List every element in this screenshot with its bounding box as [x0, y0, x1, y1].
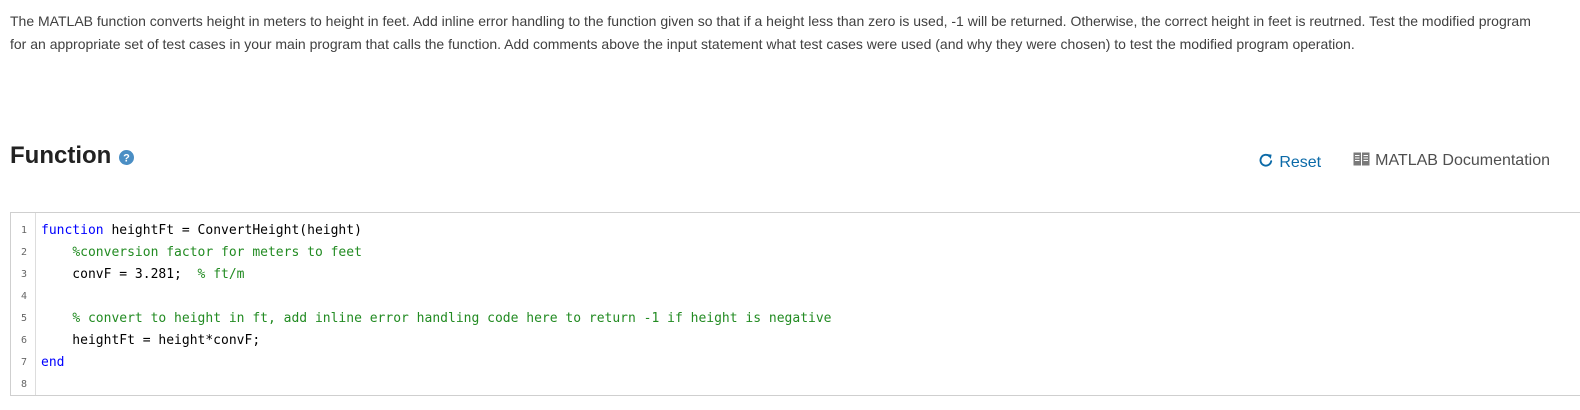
line-number: 6 [20, 334, 27, 346]
code-line[interactable]: 1 function heightFt = ConvertHeight(heigh… [11, 219, 1580, 241]
code-line[interactable]: 6 heightFt = height*convF; [11, 329, 1580, 351]
refresh-icon [1258, 152, 1279, 173]
line-code: %conversion factor for meters to feet [41, 245, 362, 260]
question-circle-icon[interactable]: ? [119, 149, 135, 165]
editor-actions: Reset MATLAB Documentation [1258, 150, 1550, 173]
line-number: 3 [20, 268, 27, 280]
line-number: 7 [20, 356, 27, 368]
docs-label: MATLAB Documentation [1375, 152, 1550, 169]
problem-description: The MATLAB function converts height in m… [10, 13, 1531, 52]
line-number: 5 [20, 312, 27, 324]
line-number: 8 [20, 378, 27, 390]
line-number: 2 [20, 246, 27, 258]
code-line[interactable]: 7 end [11, 351, 1580, 373]
reset-label: Reset [1279, 153, 1322, 171]
code-line[interactable]: 2 %conversion factor for meters to feet [11, 241, 1580, 263]
book-icon [1353, 152, 1375, 171]
line-code: end [41, 355, 64, 370]
code-comment: %conversion factor for meters to feet [72, 244, 362, 260]
line-code: heightFt = height*convF; [41, 333, 260, 348]
section-header: Function ? [10, 142, 135, 170]
section-title: Function [10, 142, 112, 169]
code-line[interactable]: 5 % convert to height in ft, add inline … [11, 307, 1580, 329]
code-line[interactable]: 8 [11, 373, 1580, 395]
line-number: 4 [20, 290, 27, 302]
code-keyword: end [41, 354, 65, 370]
code-line[interactable]: 4 [11, 285, 1580, 307]
line-number: 1 [20, 224, 27, 236]
line-code: convF = 3.281; % ft/m [41, 266, 245, 282]
code-editor[interactable]: 1 function heightFt = ConvertHeight(heigh… [10, 212, 1580, 396]
code-line[interactable]: 3 convF = 3.281; % ft/m [11, 263, 1580, 285]
matlab-documentation-link[interactable]: MATLAB Documentation [1353, 152, 1550, 171]
reset-button[interactable]: Reset [1258, 152, 1321, 173]
code-comment: % ft/m [197, 266, 245, 282]
code-text: convF = 3.281; [41, 266, 198, 282]
svg-text:?: ? [123, 152, 130, 164]
code-keyword: function [41, 222, 104, 238]
code-text: heightFt = ConvertHeight(height) [103, 222, 362, 238]
line-code: function heightFt = ConvertHeight(height… [41, 223, 362, 238]
line-code: % convert to height in ft, add inline er… [41, 310, 832, 326]
code-text: heightFt = height*convF; [41, 332, 261, 348]
code-comment: % convert to height in ft, add inline er… [72, 310, 832, 326]
